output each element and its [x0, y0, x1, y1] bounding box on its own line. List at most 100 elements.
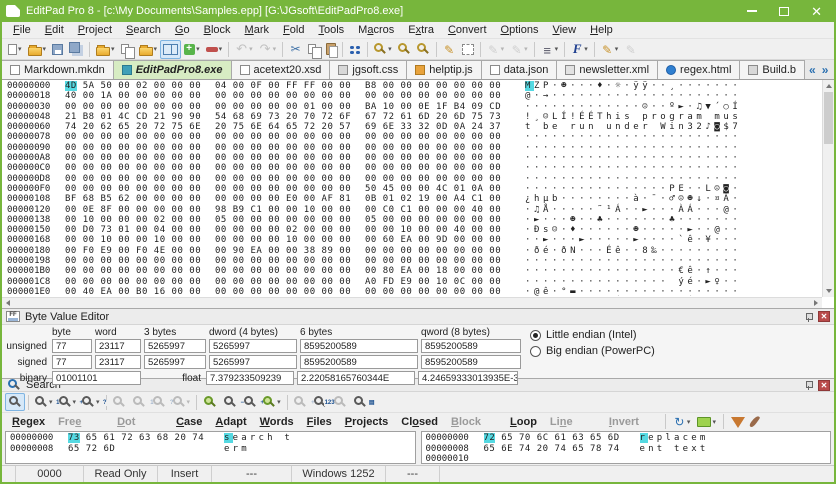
open-file-button[interactable]: ▾ [25, 40, 50, 59]
hex-row[interactable]: 0000012000 0E 8F 00 00 00 00 0098 B9 C1 … [7, 205, 821, 215]
hex-row[interactable]: 0000007800 00 00 00 00 00 00 0000 00 00 … [7, 132, 821, 142]
menu-item-edit[interactable]: Edit [38, 24, 71, 36]
hex-row[interactable]: 0000000865 6E 74 20 74 65 78 74ent text [426, 444, 827, 455]
menu-item-mark[interactable]: Mark [238, 24, 276, 36]
side-by-side-button[interactable] [160, 40, 181, 59]
title-bar[interactable]: EditPad Pro 8 - [c:\My Documents\Samples… [0, 0, 836, 22]
unsigned-dword-field[interactable]: 5265997 [209, 339, 297, 353]
tab-build.b[interactable]: Build.b [739, 60, 805, 79]
hex-row[interactable]: 0000001840 00 1A 00 00 00 00 0000 00 00 … [7, 91, 821, 101]
hex-rows[interactable]: 000000004D 5A 50 00 02 00 00 0004 00 0F … [7, 81, 821, 296]
hex-row[interactable]: 0000000072 65 70 6C 61 63 65 6Dreplacem [426, 433, 827, 444]
search-option-closed[interactable]: Closed [395, 416, 444, 428]
hex-row[interactable]: 0000006074 20 62 65 20 72 75 6E20 75 6E … [7, 122, 821, 132]
little-endian-option[interactable]: Little endian (Intel) [530, 329, 655, 341]
search-prompt-button[interactable]: ?▾ [79, 393, 103, 411]
scroll-tabs-right-button[interactable]: » [822, 64, 829, 76]
menu-item-fold[interactable]: Fold [276, 24, 311, 36]
save-button[interactable] [49, 40, 66, 59]
scroll-left-icon[interactable] [6, 300, 10, 306]
search-option-loop[interactable]: Loop [504, 416, 543, 428]
menu-item-options[interactable]: Options [494, 24, 546, 36]
signed-word-field[interactable]: 23117 [95, 355, 141, 369]
big-endian-radio[interactable] [530, 346, 541, 357]
menu-item-help[interactable]: Help [583, 24, 620, 36]
search-pin-icon[interactable] [804, 380, 814, 390]
hex-row[interactable]: 000000A800 00 00 00 00 00 00 0000 00 00 … [7, 153, 821, 163]
search-history-button[interactable]: ▾ [670, 414, 694, 430]
pin-icon[interactable] [804, 312, 814, 322]
scroll-tabs-left-button[interactable]: « [809, 64, 816, 76]
menu-item-block[interactable]: Block [197, 24, 238, 36]
feather-button[interactable] [749, 414, 760, 430]
tab-editpadpro8.exe[interactable]: EditPadPro8.exe [113, 60, 232, 79]
tab-markdown.mkdn[interactable]: Markdown.mkdn [2, 60, 114, 79]
line-numbers-button[interactable]: ▾ [538, 40, 562, 59]
hex-row[interactable]: 000001B000 00 00 00 00 00 00 0000 00 00 … [7, 266, 821, 276]
search-option-projects[interactable]: Projects [339, 416, 394, 428]
close-button[interactable]: ✕ [811, 5, 822, 18]
search-option-case[interactable]: Case [170, 416, 208, 428]
menu-item-convert[interactable]: Convert [441, 24, 494, 36]
float-dword-field[interactable]: 7.379233509239 [206, 371, 294, 385]
menu-item-project[interactable]: Project [71, 24, 119, 36]
tab-helptip.js[interactable]: helptip.js [406, 60, 481, 79]
tab-data.json[interactable]: data.json [481, 60, 558, 79]
menu-item-tools[interactable]: Tools [311, 24, 351, 36]
fold-matches-button[interactable]: − [220, 393, 240, 411]
unsigned-byte-field[interactable]: 77 [52, 339, 92, 353]
tab-acetext20.xsd[interactable]: acetext20.xsd [231, 60, 331, 79]
search-option-adapt[interactable]: Adapt [209, 416, 252, 428]
list-matches-button[interactable]: ▾ [260, 393, 284, 411]
unsigned-qword-field[interactable]: 8595200589 [421, 339, 521, 353]
tab-jgsoft.css[interactable]: jgsoft.css [329, 60, 407, 79]
unsigned-6bytes-field[interactable]: 8595200589 [300, 339, 418, 353]
search-option-words[interactable]: Words [254, 416, 300, 428]
copy-button[interactable] [305, 40, 323, 59]
hex-row[interactable]: 000000004D 5A 50 00 02 00 00 0004 00 0F … [7, 81, 821, 91]
highlight-matches-button[interactable] [200, 393, 220, 411]
hex-row[interactable]: 0000015000 D0 73 01 00 04 00 0000 00 00 … [7, 225, 821, 235]
tab-newsletter.xml[interactable]: newsletter.xml [556, 60, 658, 79]
binary-field[interactable]: 01001101 [52, 371, 141, 385]
search-term-hex-box[interactable]: 0000000073 65 61 72 63 68 20 74search t0… [5, 431, 416, 464]
big-endian-option[interactable]: Big endian (PowerPC) [530, 345, 655, 357]
menu-item-macros[interactable]: Macros [351, 24, 401, 36]
menu-item-search[interactable]: Search [119, 24, 168, 36]
add-file-button[interactable]: ▾ [181, 40, 203, 59]
paste-button[interactable] [323, 40, 339, 59]
favorites-button[interactable]: ▾ [136, 40, 161, 59]
scroll-up-icon[interactable] [826, 84, 832, 88]
vertical-scrollbar[interactable] [822, 80, 834, 297]
hex-row[interactable]: 000001C800 00 00 00 00 00 00 0000 00 00 … [7, 277, 821, 287]
float-6bytes-field[interactable]: 2.22058165760344E [297, 371, 415, 385]
font-button[interactable]: ▾ [568, 40, 591, 59]
hex-row[interactable]: 0000016800 00 10 00 00 10 00 0000 00 00 … [7, 235, 821, 245]
menu-item-file[interactable]: File [6, 24, 38, 36]
hex-row[interactable]: 0000009000 00 00 00 00 00 00 0000 00 00 … [7, 143, 821, 153]
hex-editor[interactable]: 000000004D 5A 50 00 02 00 00 0004 00 0F … [2, 80, 834, 308]
signed-byte-field[interactable]: 77 [52, 355, 92, 369]
replacement-hex-box[interactable]: 0000000072 65 70 6C 61 63 65 6Dreplacem0… [421, 431, 832, 464]
visualize-spaces-button[interactable] [346, 40, 364, 59]
zoom-button[interactable]: ▾ [371, 40, 395, 59]
horizontal-scrollbar[interactable] [2, 297, 822, 308]
hex-row[interactable]: 0000018000 F0 E9 00 F0 4E 00 0000 90 EA … [7, 246, 821, 256]
search-option-files[interactable]: Files [301, 416, 338, 428]
hex-row[interactable]: 0000004821 B8 01 4C CD 21 90 9054 68 69 … [7, 112, 821, 122]
signed-3bytes-field[interactable]: 5265997 [144, 355, 206, 369]
rectangular-select-button[interactable] [459, 40, 477, 59]
saved-searches-button[interactable]: ▾ [694, 414, 719, 430]
scroll-down-icon[interactable] [826, 289, 832, 293]
float-qword-field[interactable]: 4.24659333013935E-314 [418, 371, 518, 385]
search-button[interactable] [5, 393, 25, 411]
hex-row[interactable]: 000001E000 40 EA 00 B0 16 00 0000 00 00 … [7, 287, 821, 296]
save-all-button[interactable] [66, 40, 86, 59]
signed-dword-field[interactable]: 5265997 [209, 355, 297, 369]
hex-row[interactable]: 0000013800 10 00 00 00 02 00 0005 00 00 … [7, 215, 821, 225]
signed-qword-field[interactable]: 8595200589 [421, 355, 521, 369]
maximize-button[interactable] [779, 7, 789, 16]
unsigned-word-field[interactable]: 23117 [95, 339, 141, 353]
edit-scheme-button[interactable]: ▾ [598, 40, 622, 59]
menu-item-extra[interactable]: Extra [401, 24, 441, 36]
